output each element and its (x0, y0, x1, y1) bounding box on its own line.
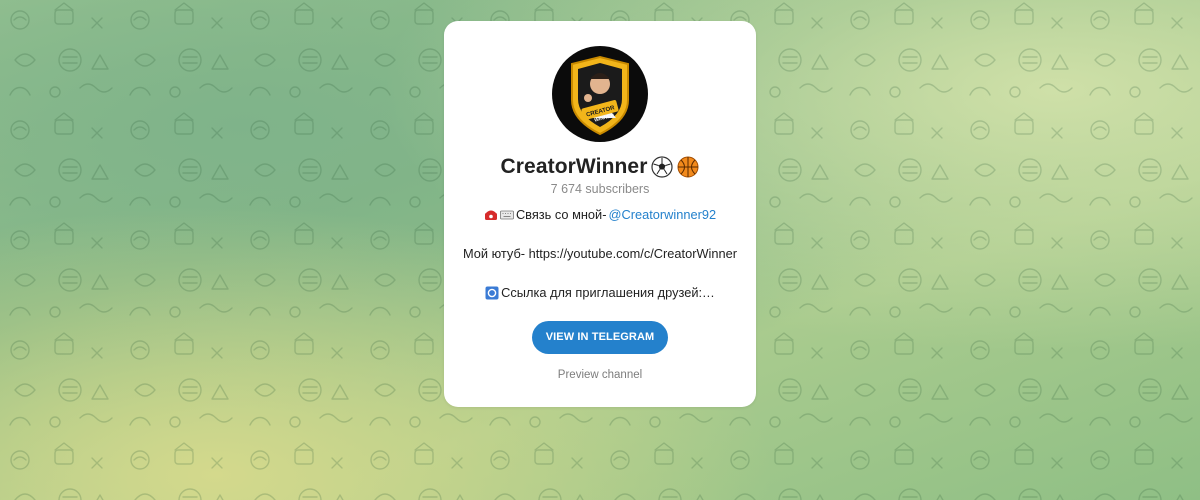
invite-text: Ссылка для приглашения друзей:… (501, 285, 715, 300)
channel-title-row: CreatorWinner (444, 152, 756, 182)
link-icon (485, 286, 499, 299)
subscriber-count: 7 674 subscribers (550, 182, 650, 196)
channel-title: CreatorWinner (500, 155, 648, 178)
youtube-text: Мой ютуб- https://youtube.com/c/CreatorW… (462, 246, 738, 261)
description-line-contact: Связь со мной- @Creatorwinner92 (444, 207, 756, 222)
avatar-shield-icon: CREATOR WINNER (571, 55, 629, 136)
description-line-youtube: Мой ютуб- https://youtube.com/c/CreatorW… (444, 246, 756, 261)
contact-username-link[interactable]: @Creatorwinner92 (608, 207, 716, 222)
channel-card: CREATOR WINNER CreatorWinner 7 674 subsc… (444, 21, 756, 407)
view-in-telegram-button[interactable]: VIEW IN TELEGRAM (532, 321, 668, 354)
basketball-icon (677, 156, 699, 178)
contact-label: Связь со мной- (515, 207, 607, 222)
description-line-invite: Ссылка для приглашения друзей:… (444, 285, 756, 300)
channel-avatar[interactable]: CREATOR WINNER (552, 46, 648, 142)
telephone-icon (484, 210, 497, 220)
keyboard-icon (500, 210, 514, 219)
preview-channel-link[interactable]: Preview channel (444, 369, 756, 381)
soccer-ball-icon (651, 156, 674, 178)
